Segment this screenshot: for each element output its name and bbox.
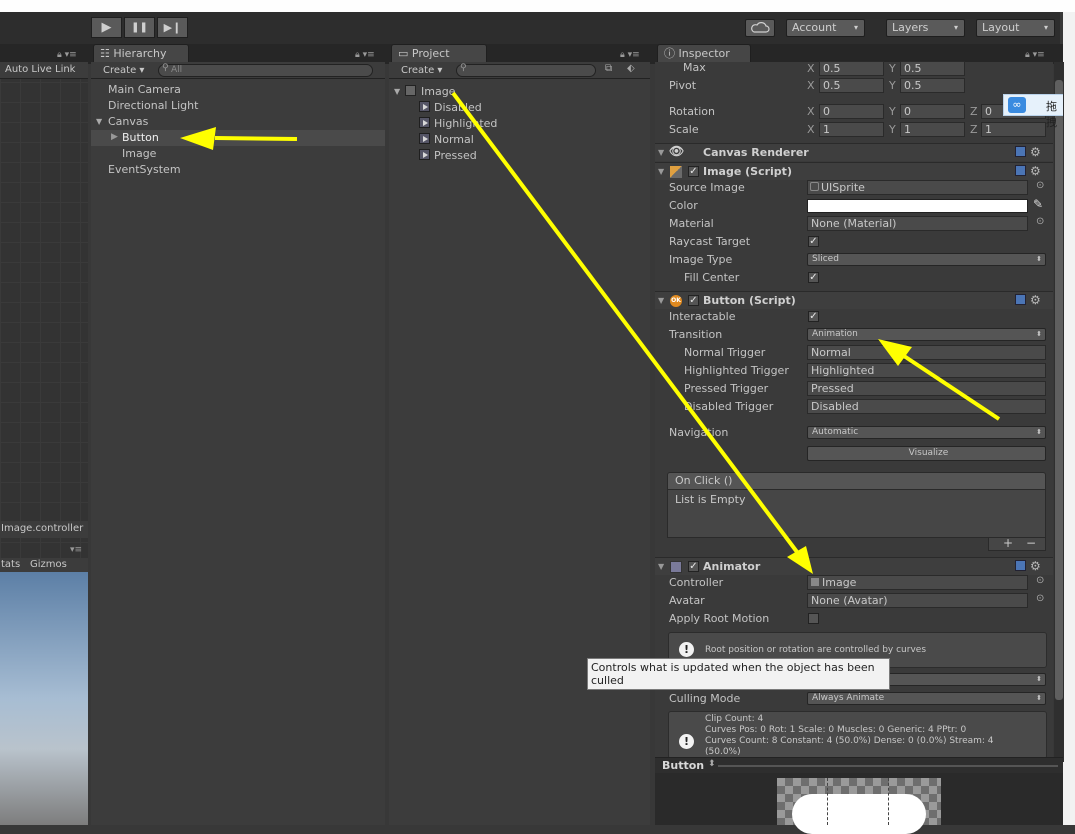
annotation-arrows — [180, 91, 1001, 574]
arrow-to-controller — [451, 91, 799, 554]
arrow-to-transition — [902, 354, 1001, 421]
arrow-head-icon — [878, 339, 912, 366]
arrow-to-button — [214, 136, 298, 141]
arrow-head-icon — [180, 127, 216, 150]
arrow-head-icon — [787, 546, 813, 574]
